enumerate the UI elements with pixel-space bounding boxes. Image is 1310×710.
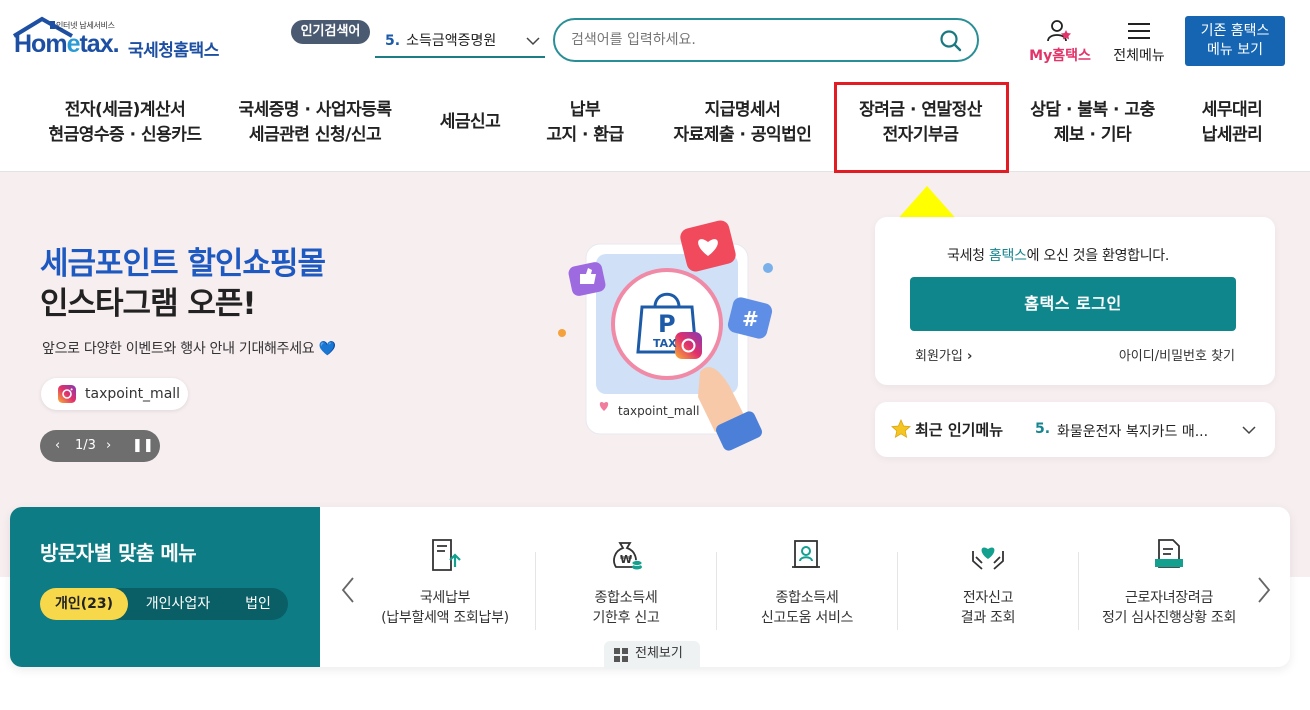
view-all-button[interactable]: 전체보기 xyxy=(604,641,700,669)
nav-item-tax-agent[interactable]: 세무대리 납세관리 xyxy=(1182,98,1282,154)
header: 인터넷 납세서비스 Hometax. 국세청홈택스 인기검색어 5. 소득금액증명… xyxy=(0,0,1310,80)
nav-item-consult[interactable]: 상담 · 불복 · 고충 제보 · 기타 xyxy=(1015,98,1170,154)
visitor-menu-title: 방문자별 맞춤 메뉴 xyxy=(40,541,197,565)
popular-search-select[interactable]: 5. 소득금액증명원 xyxy=(375,28,545,58)
chevron-right-icon: › xyxy=(966,349,973,364)
grid-icon xyxy=(614,648,628,662)
instagram-tag-label: taxpoint_mall xyxy=(85,386,181,402)
chevron-left-icon[interactable] xyxy=(340,575,356,605)
visitor-menu-panel: 방문자별 맞춤 메뉴 개인(23) 개인사업자 법인 xyxy=(10,507,320,667)
hometax-logo[interactable]: 인터넷 납세서비스 Hometax. 국세청홈택스 xyxy=(12,16,227,68)
popular-search-badge: 인기검색어 xyxy=(291,20,370,44)
chevron-down-icon xyxy=(1242,426,1256,435)
tab-corporation[interactable]: 법인 xyxy=(230,588,286,620)
illustration-bag-text: TAX xyxy=(653,337,677,350)
chevron-down-icon xyxy=(526,37,540,46)
instagram-tag-button[interactable]: taxpoint_mall xyxy=(41,378,188,410)
star-icon xyxy=(891,419,911,439)
nav-item-incentive[interactable]: 장려금 · 연말정산 전자기부금 xyxy=(838,98,1003,154)
login-card: 국세청 홈택스에 오신 것을 환영합니다. 홈택스 로그인 회원가입 › 아이디… xyxy=(875,217,1275,385)
nav-item-certificate[interactable]: 국세증명 · 사업자등록 세금관련 신청/신고 xyxy=(220,98,410,154)
instagram-illustration: # P TAX taxpoint_mall xyxy=(550,212,790,457)
recent-menu-value: 화물운전자 복지카드 매... xyxy=(1057,424,1209,440)
hero-title-line1: 세금포인트 할인쇼핑몰 xyxy=(40,246,326,282)
illustration-tag: taxpoint_mall xyxy=(618,404,700,418)
illustration-bag-letter: P xyxy=(658,310,676,338)
all-menu-label: 전체메뉴 xyxy=(1113,48,1165,64)
money-bag-icon: ₩ xyxy=(613,542,643,570)
pager-pause-button[interactable]: ❚❚ xyxy=(132,430,154,462)
visitor-tabs: 개인(23) 개인사업자 법인 xyxy=(40,588,288,620)
instagram-icon xyxy=(58,385,76,403)
hero-subtitle: 앞으로 다양한 이벤트와 행사 안내 기대해주세요 💙 xyxy=(42,341,336,357)
signup-link[interactable]: 회원가입 › xyxy=(915,345,972,364)
pager-prev-button[interactable]: ‹ xyxy=(55,430,60,462)
nav-item-e-invoice[interactable]: 전자(세금)계산서 현금영수증 · 신용카드 xyxy=(30,98,220,154)
popular-rank: 5. xyxy=(385,33,401,49)
logo-name: 국세청홈택스 xyxy=(128,41,219,61)
document-icon xyxy=(1155,539,1183,568)
quick-menu-income-tax-late[interactable]: ₩ 종합소득세 기한후 신고 xyxy=(536,537,716,637)
certificate-icon xyxy=(792,540,820,568)
quick-menu-income-tax-help[interactable]: 종합소득세 신고도움 서비스 xyxy=(717,537,897,637)
find-id-password-link[interactable]: 아이디/비밀번호 찾기 xyxy=(1119,345,1235,364)
svg-text:#: # xyxy=(742,307,759,331)
quick-menu-e-filing-result[interactable]: 전자신고 결과 조회 xyxy=(898,537,1078,637)
popular-term: 소득금액증명원 xyxy=(406,33,497,49)
main-navigation: 전자(세금)계산서 현금영수증 · 신용카드 국세증명 · 사업자등록 세금관련 신… xyxy=(0,80,1310,172)
search-input[interactable] xyxy=(571,28,931,52)
nav-item-tax-filing[interactable]: 세금신고 xyxy=(420,110,520,166)
nav-item-payment[interactable]: 납부 고지 · 환급 xyxy=(530,98,640,154)
old-menu-line2: 메뉴 보기 xyxy=(1207,42,1263,58)
heart-hands-icon xyxy=(972,547,1004,570)
svg-text:₩: ₩ xyxy=(620,553,632,566)
nav-item-payment-statement[interactable]: 지급명세서 자료제출 · 공익법인 xyxy=(660,98,825,154)
search-icon[interactable] xyxy=(939,29,963,53)
recent-menu-rank: 5. xyxy=(1035,421,1051,437)
logo-wordmark: Hometax. xyxy=(14,30,120,58)
old-menu-line1: 기존 홈택스 xyxy=(1200,23,1270,39)
tax-payment-icon xyxy=(432,539,461,571)
search-bar xyxy=(553,18,979,62)
welcome-text: 국세청 홈택스에 오신 것을 환영합니다. xyxy=(947,248,1170,264)
slide-pager: ‹ 1/3 › ❚❚ xyxy=(40,430,160,462)
recent-menu-title: 최근 인기메뉴 xyxy=(915,421,1004,439)
quick-menu-tax-payment[interactable]: 국세납부 (납부할세액 조회납부) xyxy=(355,537,535,637)
old-menu-button[interactable]: 기존 홈택스 메뉴 보기 xyxy=(1185,16,1285,66)
recent-popular-menu[interactable]: 최근 인기메뉴 5. 화물운전자 복지카드 매... xyxy=(875,402,1275,457)
pager-count: 1/3 xyxy=(75,438,96,453)
user-star-icon xyxy=(1047,20,1071,42)
hero-title-line2: 인스타그램 오픈! xyxy=(40,286,257,322)
pager-next-button[interactable]: › xyxy=(106,430,111,462)
tab-sole-proprietor[interactable]: 개인사업자 xyxy=(132,588,224,620)
login-button[interactable]: 홈택스 로그인 xyxy=(910,277,1236,331)
view-all-label: 전체보기 xyxy=(635,646,683,661)
tab-individual[interactable]: 개인(23) xyxy=(40,588,128,620)
quick-menu-incentive-review[interactable]: 근로자녀장려금 정기 심사진행상황 조회 xyxy=(1079,537,1259,637)
my-hometax-button[interactable]: My홈택스 xyxy=(1025,18,1095,66)
my-hometax-label: My홈택스 xyxy=(1029,48,1091,64)
all-menu-button[interactable]: 전체메뉴 xyxy=(1108,18,1170,66)
hamburger-icon xyxy=(1128,23,1150,39)
